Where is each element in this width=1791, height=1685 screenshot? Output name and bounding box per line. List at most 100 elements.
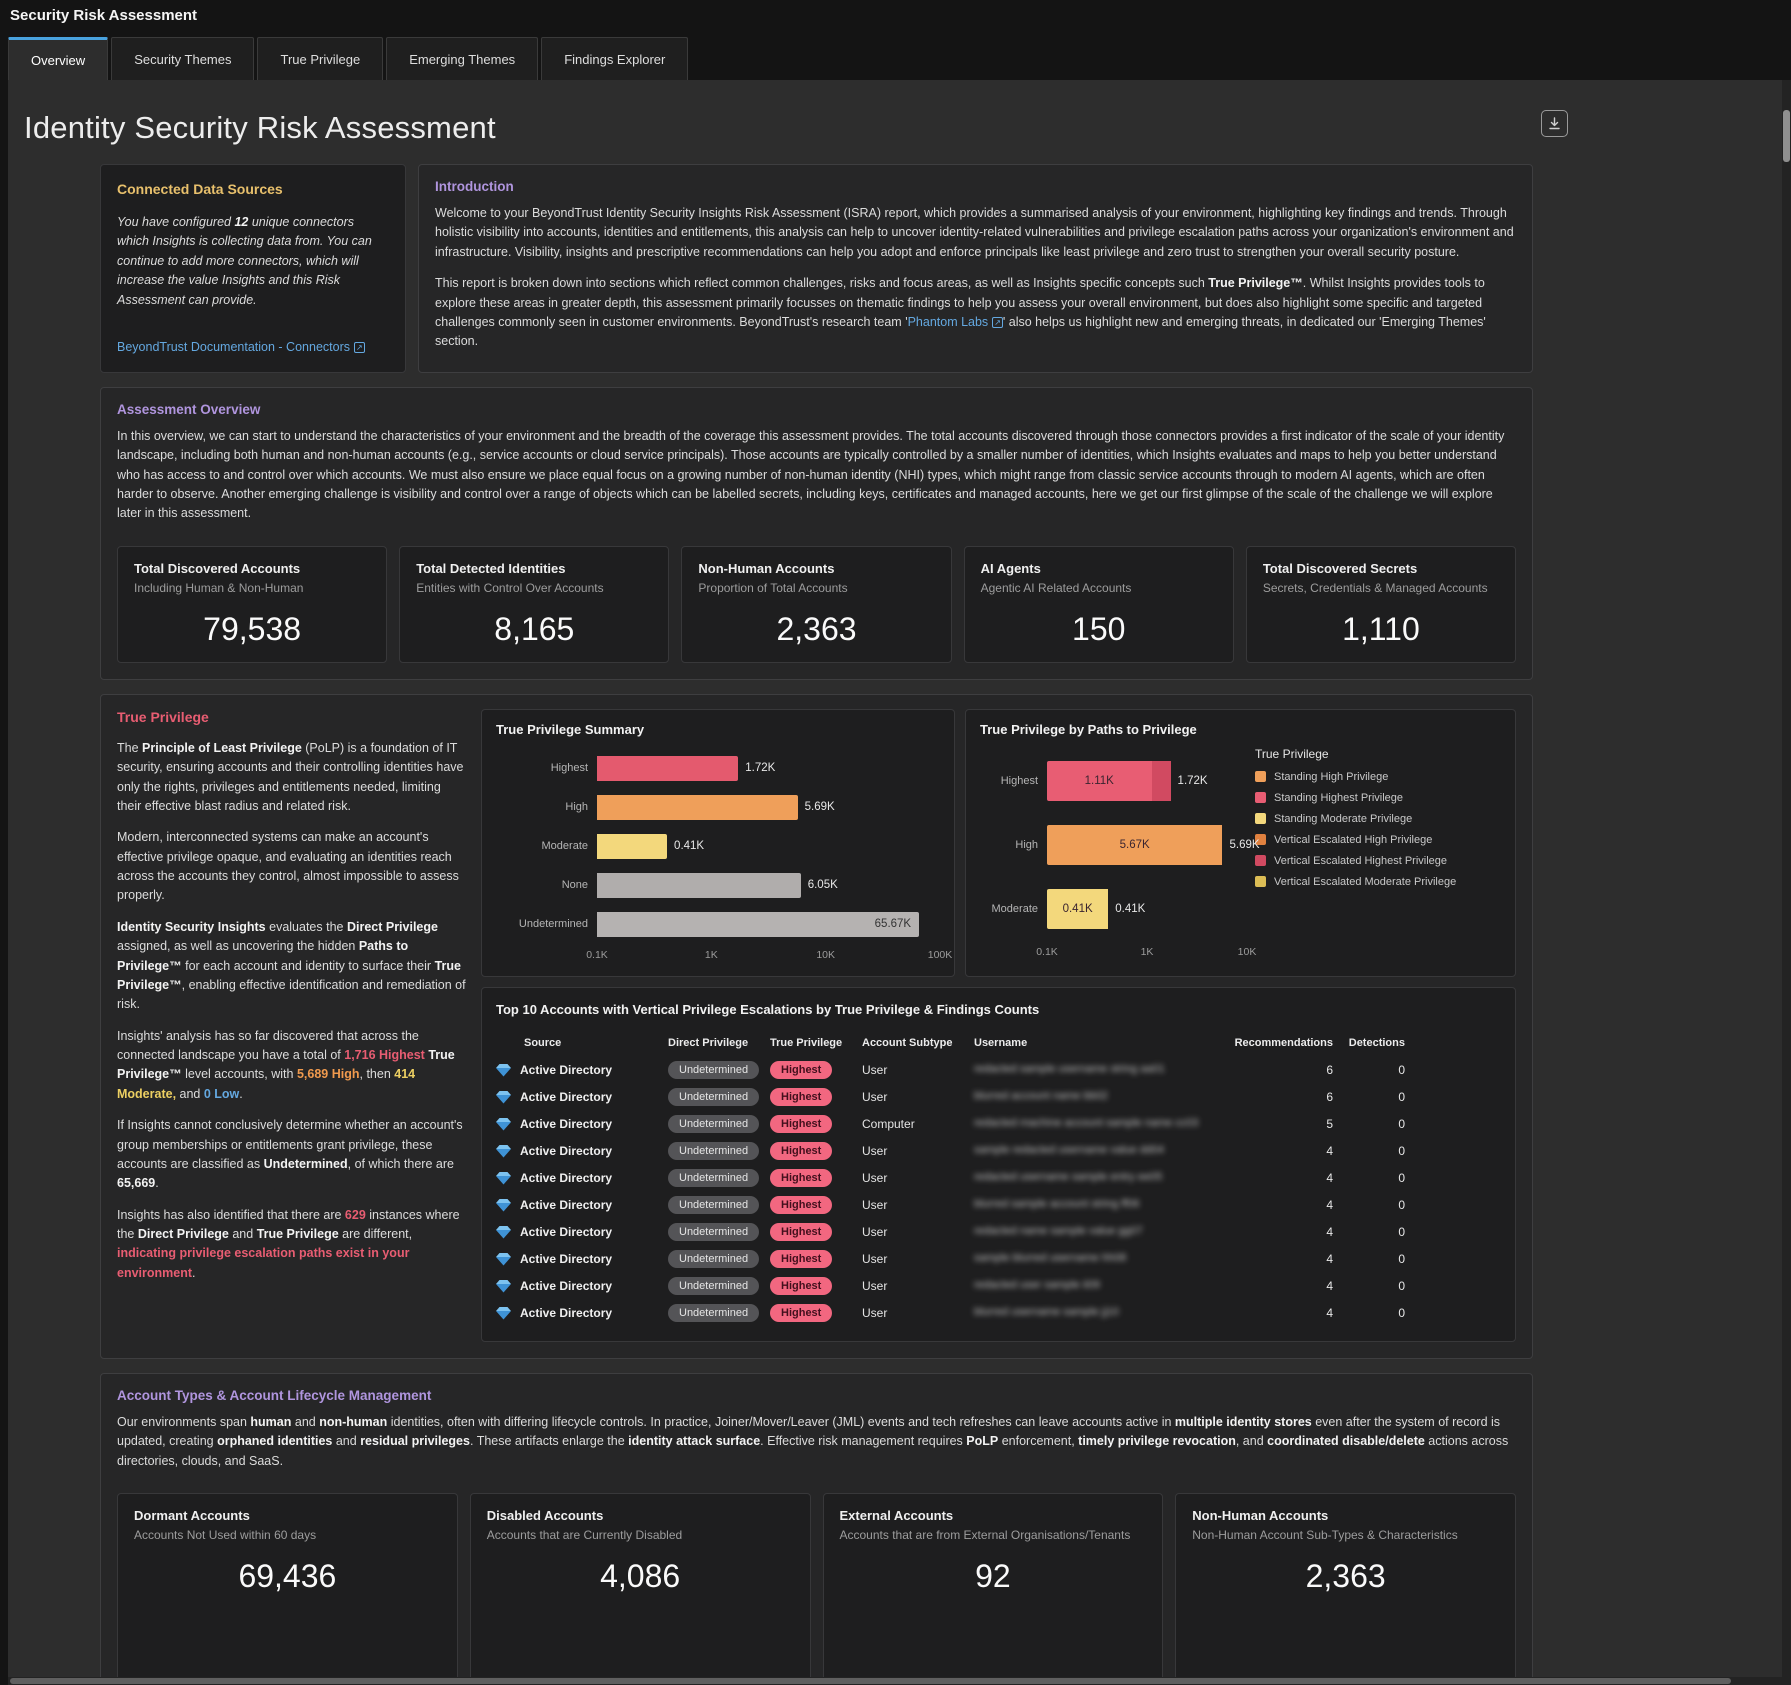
stat-subtitle: Including Human & Non-Human	[134, 581, 370, 595]
true-privilege-badge: Highest	[770, 1115, 832, 1133]
paths-to-privilege-chart-card: True Privilege by Paths to Privilege Hig…	[965, 709, 1516, 977]
redacted-username: sample redacted username value dd04	[974, 1144, 1164, 1156]
top-accounts-table-card: Top 10 Accounts with Vertical Privilege …	[481, 987, 1516, 1342]
detections-count: 0	[1333, 1198, 1405, 1212]
documentation-link[interactable]: BeyondTrust Documentation - Connectors↗	[117, 340, 365, 354]
stat-subtitle: Accounts that are from External Organisa…	[840, 1528, 1147, 1542]
recommendations-count: 6	[1215, 1063, 1333, 1077]
recommendations-count: 4	[1215, 1306, 1333, 1320]
report-panel: Identity Security Risk Assessment Connec…	[8, 80, 1782, 1685]
stat-title: Dormant Accounts	[134, 1508, 441, 1523]
vertical-scrollbar-thumb[interactable]	[1783, 110, 1790, 162]
account-subtype: Computer	[862, 1117, 974, 1131]
legend-label: Vertical Escalated Moderate Privilege	[1274, 876, 1456, 888]
column-header-username: Username	[974, 1037, 1215, 1049]
download-icon	[1547, 116, 1562, 131]
bar-value-label: 6.05K	[808, 879, 838, 891]
tab-label: Emerging Themes	[409, 52, 515, 67]
horizontal-scrollbar-thumb[interactable]	[10, 1678, 1731, 1684]
active-directory-icon	[496, 1144, 511, 1158]
tab[interactable]: Findings Explorer	[541, 37, 688, 80]
stat-title: Total Discovered Accounts	[134, 561, 370, 576]
active-directory-icon	[496, 1198, 511, 1212]
redacted-username: blurred username sample jj10	[974, 1306, 1119, 1318]
redacted-username: blurred sample account string ff06	[974, 1198, 1140, 1210]
account-subtype: User	[862, 1063, 974, 1077]
table-row[interactable]: Active Directory Undetermined Highest Us…	[496, 1165, 1501, 1192]
active-directory-icon	[496, 1306, 511, 1320]
table-row[interactable]: Active Directory Undetermined Highest Us…	[496, 1138, 1501, 1165]
redacted-username: redacted sample username string aa01	[974, 1063, 1165, 1075]
detections-count: 0	[1333, 1225, 1405, 1239]
column-header-detections: Detections	[1333, 1037, 1405, 1049]
stat-card: Total Discovered Accounts Including Huma…	[117, 546, 387, 663]
axis-tick: 100K	[928, 949, 953, 961]
stat-value: 69,436	[134, 1558, 441, 1595]
bar-high	[597, 795, 798, 820]
recommendations-count: 4	[1215, 1279, 1333, 1293]
table-row[interactable]: Active Directory Undetermined Highest Us…	[496, 1273, 1501, 1300]
true-privilege-text-column: True Privilege The Principle of Least Pr…	[117, 709, 467, 1342]
column-header-recommendations: Recommendations	[1215, 1037, 1333, 1049]
stat-subtitle: Non-Human Account Sub-Types & Characteri…	[1192, 1528, 1499, 1542]
stat-card: AI Agents Agentic AI Related Accounts 15…	[964, 546, 1234, 663]
recommendations-count: 4	[1215, 1144, 1333, 1158]
direct-privilege-badge: Undetermined	[668, 1277, 759, 1295]
axis-tick: 1K	[705, 949, 718, 961]
recommendations-count: 4	[1215, 1252, 1333, 1266]
true-privilege-paragraph: Insights' analysis has so far discovered…	[117, 1027, 467, 1105]
table-row[interactable]: Active Directory Undetermined Highest Us…	[496, 1192, 1501, 1219]
stat-subtitle: Entities with Control Over Accounts	[416, 581, 652, 595]
stat-value: 79,538	[134, 611, 370, 648]
table-row[interactable]: Active Directory Undetermined Highest Us…	[496, 1057, 1501, 1084]
tab[interactable]: Emerging Themes	[386, 37, 538, 80]
redacted-username: sample blurred username hh08	[974, 1252, 1126, 1264]
connected-data-sources-text: You have configured 12 unique connectors…	[117, 213, 389, 310]
account-subtype: User	[862, 1171, 974, 1185]
tab[interactable]: Security Themes	[111, 37, 254, 80]
axis-tick: 0.1K	[1036, 946, 1058, 958]
account-types-stats-row: Dormant Accounts Accounts Not Used withi…	[117, 1493, 1516, 1685]
stat-value: 150	[981, 611, 1217, 648]
category-label: Moderate	[980, 903, 1047, 915]
legend-label: Standing High Privilege	[1274, 771, 1388, 783]
category-label: None	[496, 879, 597, 891]
tab-label: True Privilege	[280, 52, 360, 67]
source-label: Active Directory	[520, 1063, 612, 1077]
category-label: Moderate	[496, 840, 597, 852]
stat-title: Total Discovered Secrets	[1263, 561, 1499, 576]
bar-value-label: 1.72K	[745, 762, 775, 774]
horizontal-scrollbar[interactable]	[8, 1677, 1782, 1685]
table-row[interactable]: Active Directory Undetermined Highest Co…	[496, 1111, 1501, 1138]
stat-card: Total Detected Identities Entities with …	[399, 546, 669, 663]
stat-card: Dormant Accounts Accounts Not Used withi…	[117, 1493, 458, 1685]
true-privilege-paragraph: The Principle of Least Privilege (PoLP) …	[117, 739, 467, 817]
vertical-scrollbar[interactable]	[1782, 80, 1791, 1685]
stat-title: External Accounts	[840, 1508, 1147, 1523]
legend-label: Vertical Escalated High Privilege	[1274, 834, 1432, 846]
true-privilege-badge: Highest	[770, 1250, 832, 1268]
legend-swatch	[1255, 855, 1266, 866]
active-directory-icon	[496, 1171, 511, 1185]
column-header-source: Source	[496, 1037, 668, 1049]
assessment-overview-text: In this overview, we can start to unders…	[117, 427, 1516, 524]
table-row[interactable]: Active Directory Undetermined Highest Us…	[496, 1084, 1501, 1111]
table-row[interactable]: Active Directory Undetermined Highest Us…	[496, 1300, 1501, 1327]
download-button[interactable]	[1541, 110, 1568, 137]
stat-subtitle: Agentic AI Related Accounts	[981, 581, 1217, 595]
tab[interactable]: Overview	[8, 37, 108, 80]
active-directory-icon	[496, 1279, 511, 1293]
introduction-section: Introduction Welcome to your BeyondTrust…	[418, 164, 1533, 373]
true-privilege-badge: Highest	[770, 1142, 832, 1160]
tab[interactable]: True Privilege	[257, 37, 383, 80]
stat-value: 4,086	[487, 1558, 794, 1595]
table-row[interactable]: Active Directory Undetermined Highest Us…	[496, 1246, 1501, 1273]
legend-label: Vertical Escalated Highest Privilege	[1274, 855, 1447, 867]
bar-total-label: 0.41K	[1115, 903, 1145, 915]
legend-swatch	[1255, 792, 1266, 803]
table-row[interactable]: Active Directory Undetermined Highest Us…	[496, 1219, 1501, 1246]
legend-items: Standing High Privilege Standing Highest…	[1255, 771, 1501, 888]
recommendations-count: 6	[1215, 1090, 1333, 1104]
stat-title: Total Detected Identities	[416, 561, 652, 576]
stat-value: 1,110	[1263, 611, 1499, 648]
